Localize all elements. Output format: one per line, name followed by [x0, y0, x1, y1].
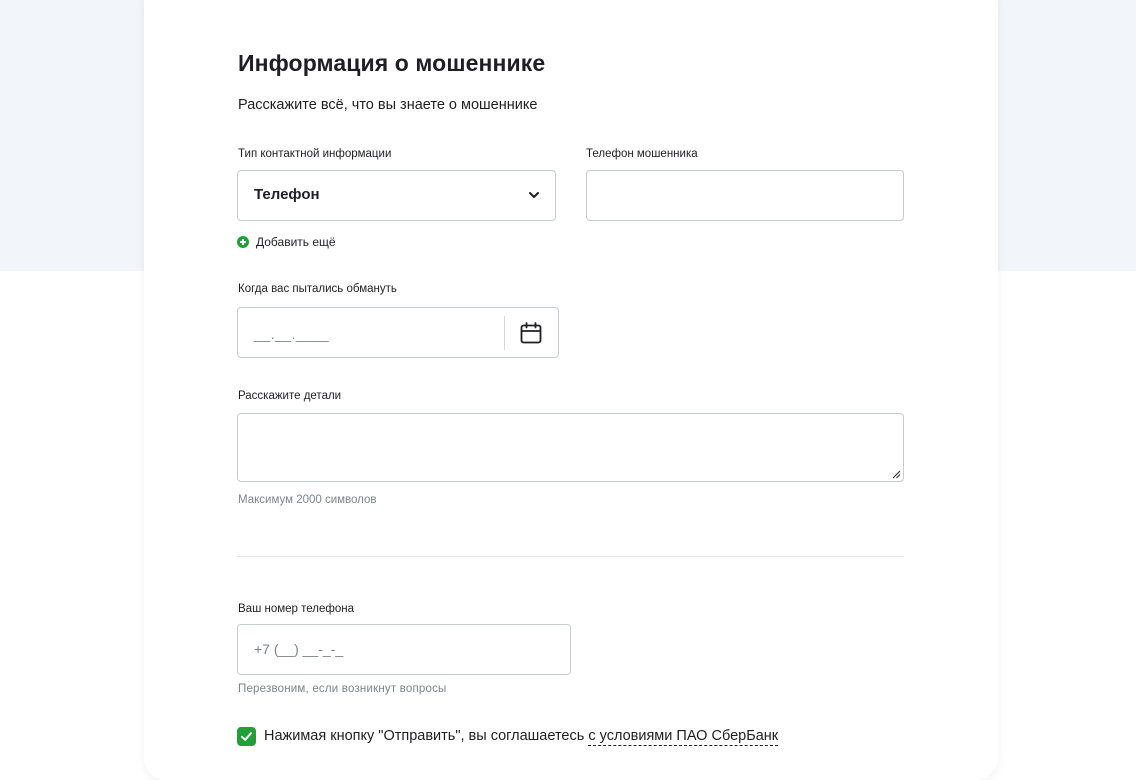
- add-more-button[interactable]: Добавить ещё: [237, 235, 336, 249]
- consent-label: Нажимая кнопку "Отправить", вы соглашает…: [264, 728, 589, 744]
- chevron-down-icon: [529, 192, 539, 198]
- fraud-phone-label: Телефон мошенника: [586, 148, 698, 160]
- date-input-divider: [504, 316, 505, 350]
- date-label: Когда вас пытались обмануть: [238, 283, 397, 295]
- your-phone-placeholder: +7 (__) __-_-_: [254, 641, 344, 657]
- calendar-icon[interactable]: [519, 321, 543, 345]
- section-divider: [237, 556, 904, 557]
- your-phone-label: Ваш номер телефона: [238, 603, 354, 615]
- resize-handle-icon[interactable]: [891, 469, 901, 479]
- date-input[interactable]: __.__.____: [237, 307, 559, 358]
- details-textarea[interactable]: [237, 413, 904, 482]
- contact-type-select[interactable]: Телефон: [237, 170, 556, 221]
- details-hint: Максимум 2000 символов: [238, 494, 377, 506]
- terms-link[interactable]: с условиями ПАО СберБанк: [588, 728, 779, 746]
- details-label: Расскажите детали: [238, 390, 342, 402]
- contact-type-value: Телефон: [254, 186, 320, 203]
- fraud-phone-input[interactable]: [586, 170, 904, 221]
- contact-type-label: Тип контактной информации: [238, 148, 392, 160]
- consent-text: Нажимая кнопку "Отправить", вы соглашает…: [264, 728, 779, 746]
- form-subtitle: Расскажите всё, что вы знаете о мошенник…: [238, 97, 538, 113]
- add-more-label: Добавить ещё: [256, 235, 336, 249]
- date-placeholder: __.__.____: [254, 326, 330, 342]
- consent-checkbox[interactable]: [237, 727, 256, 746]
- your-phone-hint: Перезвоним, если возникнут вопросы: [238, 683, 447, 695]
- form-title: Информация о мошеннике: [238, 50, 546, 76]
- plus-circle-icon: [237, 236, 249, 248]
- your-phone-input[interactable]: +7 (__) __-_-_: [237, 624, 571, 675]
- checkmark-icon: [241, 732, 252, 741]
